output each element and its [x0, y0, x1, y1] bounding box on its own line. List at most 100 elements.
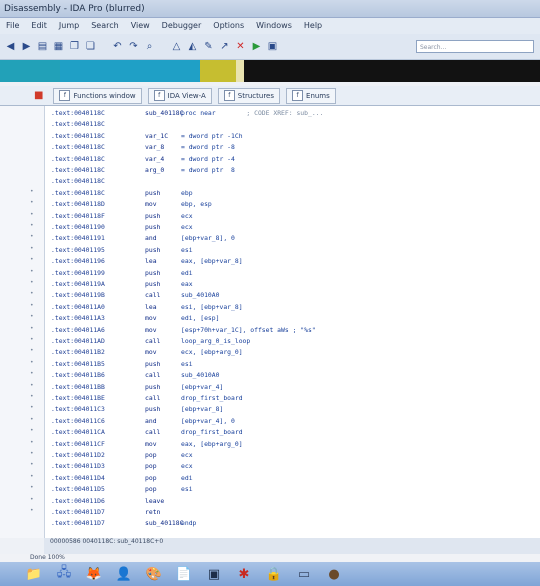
code-line[interactable]: .text:0040118C var_4 = dword ptr -4 — [51, 154, 235, 165]
tab-structures[interactable]: f Structures — [217, 87, 281, 104]
play-icon[interactable]: ▶ — [250, 40, 263, 53]
user-icon[interactable]: 👤 — [112, 564, 136, 584]
operand: endp — [181, 519, 197, 528]
operand: sub_4010A0 — [181, 291, 220, 300]
window-icon[interactable]: ▭ — [292, 564, 316, 584]
code-line[interactable]: .text:0040118C var_8 = dword ptr -8 — [51, 142, 235, 153]
save-icon[interactable]: ▦ — [52, 40, 65, 53]
menu-item-windows[interactable]: Windows — [256, 18, 292, 34]
code-line[interactable]: .text:00401190 push ecx — [51, 222, 193, 233]
code-line[interactable]: .text:00401191 and [ebp+var_8], 0 — [51, 233, 235, 244]
code-line[interactable]: .text:0040118C — [51, 176, 181, 187]
code-line[interactable]: .text:0040118C sub_40118Cproc near ; CODE… — [51, 108, 323, 119]
redo-icon[interactable]: ↷ — [127, 40, 140, 53]
back-icon[interactable]: ◀ — [4, 40, 17, 53]
nav-band-segment[interactable] — [60, 60, 200, 82]
operand: esi — [181, 245, 193, 254]
network-icon[interactable]: 🖧 — [52, 564, 76, 584]
navigation-band[interactable] — [0, 60, 540, 82]
document-icon[interactable]: 📄 — [172, 564, 196, 584]
menu-item-help[interactable]: Help — [304, 18, 322, 34]
code-line[interactable]: .text:0040118C — [51, 119, 181, 130]
operand: [ebp+var_8] — [181, 405, 224, 414]
code-line[interactable]: .text:004011D3 pop ecx — [51, 461, 193, 472]
code-line[interactable]: .text:004011A0 lea esi, [ebp+var_8] — [51, 302, 243, 313]
code-line[interactable]: .text:004011C3 push [ebp+var_8] — [51, 404, 223, 415]
code-line[interactable]: .text:004011CF mov eax, [ebp+arg_0] — [51, 439, 243, 450]
menu-item-jump[interactable]: Jump — [59, 18, 79, 34]
nav-band-segment[interactable] — [244, 60, 540, 82]
lock-icon[interactable]: 🔒 — [262, 564, 286, 584]
paint-icon[interactable]: 🎨 — [142, 564, 166, 584]
firefox-icon[interactable]: 🦊 — [82, 564, 106, 584]
folder-icon[interactable]: 📁 — [22, 564, 46, 584]
code-line[interactable]: .text:004011D2 pop ecx — [51, 450, 193, 461]
code-line[interactable]: .text:0040118D mov ebp, esp — [51, 199, 212, 210]
tab-label: IDA View-A — [167, 91, 206, 100]
code-line[interactable]: .text:004011BB push [ebp+var_4] — [51, 382, 223, 393]
menu-item-file[interactable]: File — [6, 18, 19, 34]
code-line[interactable]: .text:0040119A push eax — [51, 279, 193, 290]
open-icon[interactable]: ▤ — [36, 40, 49, 53]
menu-item-search[interactable]: Search — [91, 18, 118, 34]
arrow-icon[interactable]: ↗ — [218, 40, 231, 53]
nav-band-segment[interactable] — [200, 60, 236, 82]
code-line[interactable]: .text:00401195 push esi — [51, 245, 193, 256]
avatar-icon[interactable]: ● — [322, 564, 346, 584]
code-line[interactable]: .text:0040118C var_1C = dword ptr -1Ch — [51, 131, 243, 142]
code-line[interactable]: .text:004011D4 pop edi — [51, 473, 193, 484]
code-line[interactable]: .text:004011A3 mov edi, [esp] — [51, 313, 219, 324]
mnemonic: push — [145, 280, 161, 288]
code-line[interactable]: .text:004011B5 push esi — [51, 359, 193, 370]
code-line[interactable]: .text:004011AD call loop_arg_0_is_loop — [51, 336, 250, 347]
address: .text:0040118C — [51, 188, 105, 197]
code-line[interactable]: .text:004011D6 leave — [51, 496, 181, 507]
nav-band-segment[interactable] — [0, 60, 60, 82]
tab-functions-window[interactable]: f Functions window — [53, 87, 142, 104]
code-line[interactable]: .text:00401199 push edi — [51, 268, 193, 279]
code-line[interactable]: .text:004011BE call drop_first_board — [51, 393, 243, 404]
bug-icon[interactable]: ✱ — [232, 564, 256, 584]
gutter-arrow: • — [30, 358, 34, 366]
code-line[interactable]: .text:004011B6 call sub_4010A0 — [51, 370, 219, 381]
code-line[interactable]: .text:004011A6 mov [esp+70h+var_1C], offse… — [51, 325, 316, 336]
grid-icon[interactable]: ▣ — [266, 40, 279, 53]
find-icon[interactable]: ⌕ — [143, 40, 156, 53]
terminal-icon[interactable]: ▣ — [202, 564, 226, 584]
paste-icon[interactable]: ❏ — [84, 40, 97, 53]
menu-item-options[interactable]: Options — [213, 18, 244, 34]
code-line[interactable]: .text:0040118F push ecx — [51, 211, 193, 222]
close-icon[interactable]: ■ — [34, 90, 43, 101]
code-line[interactable]: .text:004011C6 and [ebp+var_4], 0 — [51, 416, 235, 427]
tab-ida-view-a[interactable]: f IDA View-A — [147, 87, 212, 104]
gutter-arrow: • — [30, 472, 34, 480]
copy-icon[interactable]: ❐ — [68, 40, 81, 53]
menu-item-view[interactable]: View — [131, 18, 150, 34]
code-line[interactable]: .text:004011D7 sub_40118Cendp — [51, 518, 196, 529]
gutter-arrow: • — [30, 290, 34, 298]
code-line[interactable]: .text:004011CA call drop_first_board — [51, 427, 243, 438]
menu-item-edit[interactable]: Edit — [31, 18, 47, 34]
graph-icon[interactable]: △ — [170, 40, 183, 53]
code-line[interactable]: .text:00401196 lea eax, [ebp+var_8] — [51, 256, 243, 267]
tab-enums[interactable]: f Enums — [286, 87, 336, 104]
stop-icon[interactable]: ✕ — [234, 40, 247, 53]
gutter-arrow: • — [30, 187, 34, 195]
edit-icon[interactable]: ✎ — [202, 40, 215, 53]
undo-icon[interactable]: ↶ — [111, 40, 124, 53]
code-line[interactable]: .text:004011D5 pop esi — [51, 484, 193, 495]
operand: edi — [181, 268, 193, 277]
mnemonic: call — [145, 337, 161, 345]
mnemonic: leave — [145, 496, 165, 505]
nav-band-segment[interactable] — [236, 60, 244, 82]
disassembly-view[interactable]: .text:0040118C sub_40118Cproc near ; CODE… — [44, 106, 540, 538]
menu-item-debugger[interactable]: Debugger — [162, 18, 202, 34]
code-line[interactable]: .text:004011B2 mov ecx, [ebp+arg_0] — [51, 347, 243, 358]
search-input[interactable]: Search... — [416, 40, 534, 53]
code-line[interactable]: .text:0040118C arg_0 = dword ptr 8 — [51, 165, 235, 176]
code-line[interactable]: .text:0040119B call sub_4010A0 — [51, 290, 219, 301]
code-line[interactable]: .text:0040118C push ebp — [51, 188, 193, 199]
code-line[interactable]: .text:004011D7 retn — [51, 507, 181, 518]
forward-icon[interactable]: ▶ — [20, 40, 33, 53]
chart-icon[interactable]: ◭ — [186, 40, 199, 53]
